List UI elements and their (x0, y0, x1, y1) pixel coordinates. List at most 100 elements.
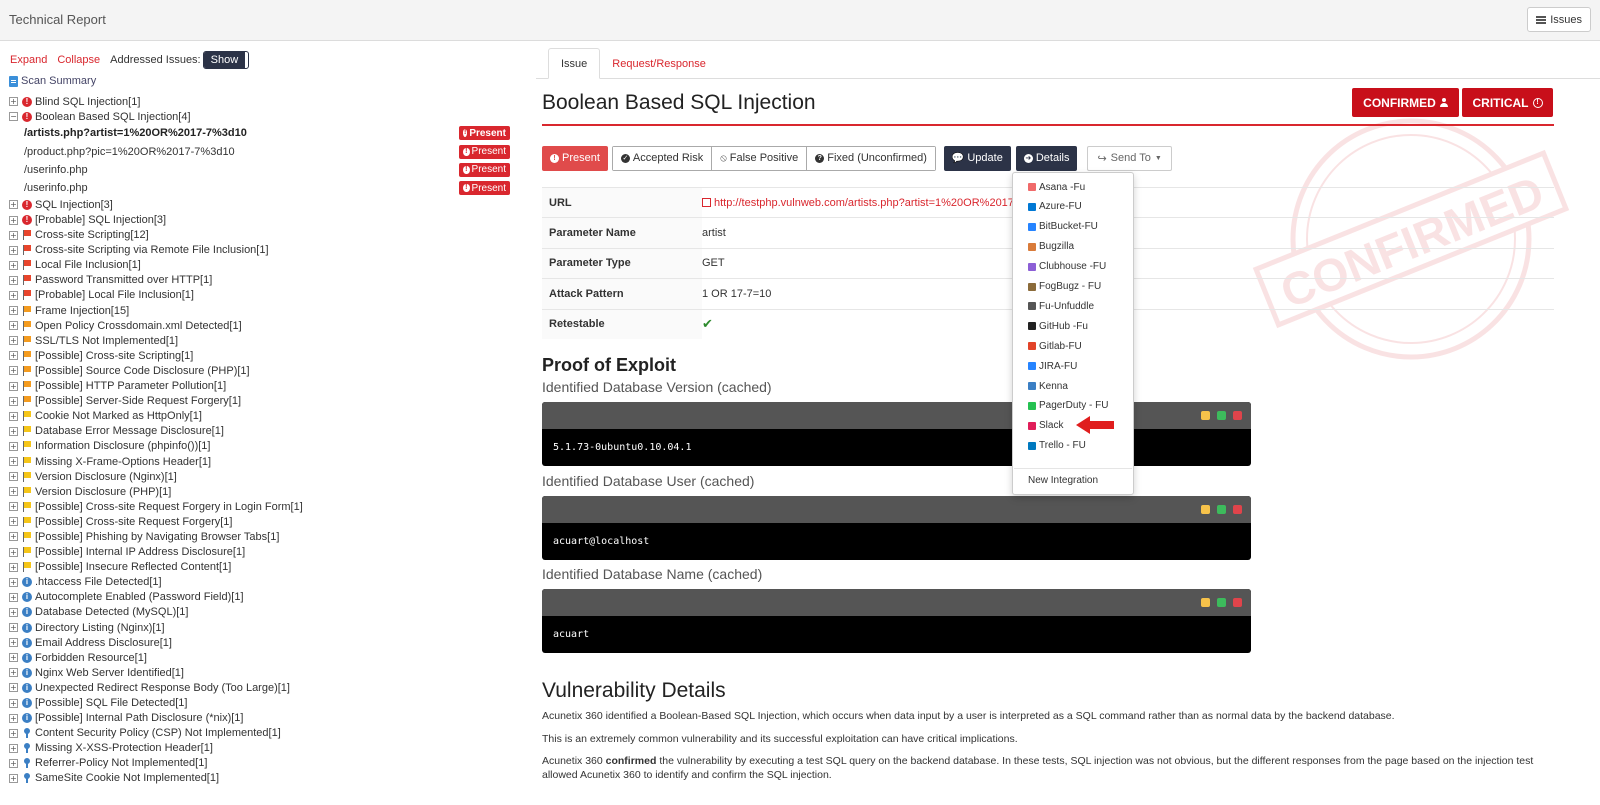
expand-icon[interactable]: + (9, 773, 18, 783)
send-to-item-clubhouse-fu[interactable]: Clubhouse -FU (1028, 258, 1106, 276)
expand-icon[interactable]: + (9, 472, 18, 482)
expand-icon[interactable]: + (9, 290, 18, 300)
confirmed-button[interactable]: CONFIRMED (1352, 88, 1459, 117)
collapse-icon[interactable]: − (9, 112, 18, 122)
send-to-item-trello-fu[interactable]: Trello - FU (1028, 437, 1086, 455)
send-to-item-gitlab-fu[interactable]: Gitlab-FU (1028, 337, 1082, 355)
expand-icon[interactable]: + (9, 200, 18, 210)
tree-item[interactable]: + [Possible] Cross-site Request Forgery i… (9, 499, 529, 514)
expand-icon[interactable]: + (9, 260, 18, 270)
fixed-unconfirmed-button[interactable]: ? Fixed (Unconfirmed) (807, 146, 935, 170)
collapse-link[interactable]: Collapse (57, 54, 100, 66)
url-link[interactable]: http://testphp.vulnweb.com/artists.php?a… (702, 197, 1033, 209)
expand-icon[interactable]: + (9, 517, 18, 527)
tree-item[interactable]: + Cross-site Scripting[12] (9, 228, 529, 243)
expand-icon[interactable]: + (9, 487, 18, 497)
expand-icon[interactable]: + (9, 668, 18, 678)
expand-icon[interactable]: + (9, 683, 18, 693)
expand-icon[interactable]: + (9, 638, 18, 648)
send-to-item-bugzilla[interactable]: Bugzilla (1028, 238, 1074, 256)
send-to-item-github-fu[interactable]: GitHub -Fu (1028, 317, 1088, 335)
expand-icon[interactable]: + (9, 351, 18, 361)
expand-icon[interactable]: + (9, 592, 18, 602)
send-to-item-jira-fu[interactable]: JIRA-FU (1028, 357, 1077, 375)
tree-item[interactable]: + Referrer-Policy Not Implemented[1] (9, 756, 529, 771)
expand-icon[interactable]: + (9, 758, 18, 768)
tree-subitem[interactable]: /artists.php?artist=1%20OR%2017-7%3d10! P… (9, 124, 529, 142)
tree-item[interactable]: + i Database Detected (MySQL)[1] (9, 605, 529, 620)
update-button[interactable]: 💬 Update (943, 145, 1011, 171)
tree-item[interactable]: + [Possible] HTTP Parameter Pollution[1] (9, 379, 529, 394)
tree-item[interactable]: + Version Disclosure (Nginx)[1] (9, 469, 529, 484)
send-to-item-slack[interactable]: Slack (1028, 417, 1063, 435)
tree-item[interactable]: + i [Possible] Internal Path Disclosure (*… (9, 711, 529, 726)
tab-issue[interactable]: Issue (548, 48, 601, 79)
expand-icon[interactable]: + (9, 577, 18, 587)
expand-icon[interactable]: + (9, 441, 18, 451)
tree-item[interactable]: + i .htaccess File Detected[1] (9, 575, 529, 590)
tree-item[interactable]: + [Possible] Source Code Disclosure (PHP)… (9, 363, 529, 378)
tree-item[interactable]: + i Nginx Web Server Identified[1] (9, 665, 529, 680)
tree-item[interactable]: + i Directory Listing (Nginx)[1] (9, 620, 529, 635)
send-to-dropdown[interactable]: ↪ Send To ▼ (1087, 145, 1172, 171)
expand-icon[interactable]: + (9, 366, 18, 376)
expand-icon[interactable]: + (9, 502, 18, 512)
accepted-risk-button[interactable]: ✓ Accepted Risk (612, 146, 713, 170)
expand-icon[interactable]: + (9, 396, 18, 406)
tree-item[interactable]: + i Autocomplete Enabled (Password Field)[… (9, 590, 529, 605)
tree-item[interactable]: + [Possible] Internal IP Address Disclosu… (9, 545, 529, 560)
tree-subitem[interactable]: /product.php?pic=1%20OR%2017-7%3d10! Pres… (9, 142, 529, 160)
tree-item[interactable]: + Frame Injection[15] (9, 303, 529, 318)
tree-item[interactable]: + i [Possible] SQL File Detected[1] (9, 695, 529, 710)
tab-request-response[interactable]: Request/Response (600, 48, 718, 79)
tree-item[interactable]: + [Probable] Local File Inclusion[1] (9, 288, 529, 303)
send-to-item-kenna[interactable]: Kenna (1028, 377, 1068, 395)
tree-item[interactable]: +! [Probable] SQL Injection[3] (9, 212, 529, 227)
scan-summary-link[interactable]: Scan Summary (9, 75, 96, 87)
tree-item[interactable]: + i Forbidden Resource[1] (9, 650, 529, 665)
tree-item[interactable]: +! SQL Injection[3] (9, 197, 529, 212)
critical-severity-button[interactable]: CRITICAL ! (1462, 88, 1553, 117)
tree-item[interactable]: + SameSite Cookie Not Implemented[1] (9, 771, 529, 786)
expand-icon[interactable]: + (9, 336, 18, 346)
tree-subitem[interactable]: /userinfo.php! Present (9, 161, 529, 179)
present-button[interactable]: ! Present (542, 145, 608, 171)
tree-item[interactable]: + SSL/TLS Not Implemented[1] (9, 333, 529, 348)
tree-item[interactable]: + [Possible] Server-Side Request Forgery[… (9, 394, 529, 409)
false-positive-button[interactable]: ⦸ False Positive (712, 146, 808, 170)
send-to-item-bitbucket-fu[interactable]: BitBucket-FU (1028, 218, 1098, 236)
tree-item[interactable]: +! Blind SQL Injection[1] (9, 94, 529, 109)
expand-icon[interactable]: + (9, 321, 18, 331)
show-addressed-toggle[interactable]: Show (202, 51, 250, 69)
expand-icon[interactable]: + (9, 713, 18, 723)
expand-link[interactable]: Expand (10, 54, 47, 66)
expand-icon[interactable]: + (9, 426, 18, 436)
tree-item[interactable]: + [Possible] Cross-site Request Forgery[1… (9, 514, 529, 529)
expand-icon[interactable]: + (9, 275, 18, 285)
expand-icon[interactable]: + (9, 230, 18, 240)
expand-icon[interactable]: + (9, 245, 18, 255)
tree-item[interactable]: + Local File Inclusion[1] (9, 258, 529, 273)
tree-item[interactable]: + Content Security Policy (CSP) Not Imple… (9, 726, 529, 741)
send-to-item-azure-fu[interactable]: Azure-FU (1028, 198, 1082, 216)
expand-icon[interactable]: + (9, 411, 18, 421)
tree-item[interactable]: + Missing X-XSS-Protection Header[1] (9, 741, 529, 756)
expand-icon[interactable]: + (9, 607, 18, 617)
send-to-item-asana-fu[interactable]: Asana -Fu (1028, 178, 1085, 196)
expand-icon[interactable]: + (9, 97, 18, 107)
expand-icon[interactable]: + (9, 457, 18, 467)
expand-icon[interactable]: + (9, 653, 18, 663)
tree-item[interactable]: −! Boolean Based SQL Injection[4] (9, 109, 529, 124)
expand-icon[interactable]: + (9, 532, 18, 542)
send-to-item-pagerduty-fu[interactable]: PagerDuty - FU (1028, 397, 1108, 415)
expand-icon[interactable]: + (9, 381, 18, 391)
expand-icon[interactable]: + (9, 306, 18, 316)
expand-icon[interactable]: + (9, 547, 18, 557)
expand-icon[interactable]: + (9, 562, 18, 572)
tree-item[interactable]: + i Unexpected Redirect Response Body (Too… (9, 680, 529, 695)
send-to-item-fu-unfuddle[interactable]: Fu-Unfuddle (1028, 297, 1094, 315)
tree-item[interactable]: + Missing X-Frame-Options Header[1] (9, 454, 529, 469)
expand-icon[interactable]: + (9, 215, 18, 225)
tree-item[interactable]: + i Email Address Disclosure[1] (9, 635, 529, 650)
expand-icon[interactable]: + (9, 728, 18, 738)
